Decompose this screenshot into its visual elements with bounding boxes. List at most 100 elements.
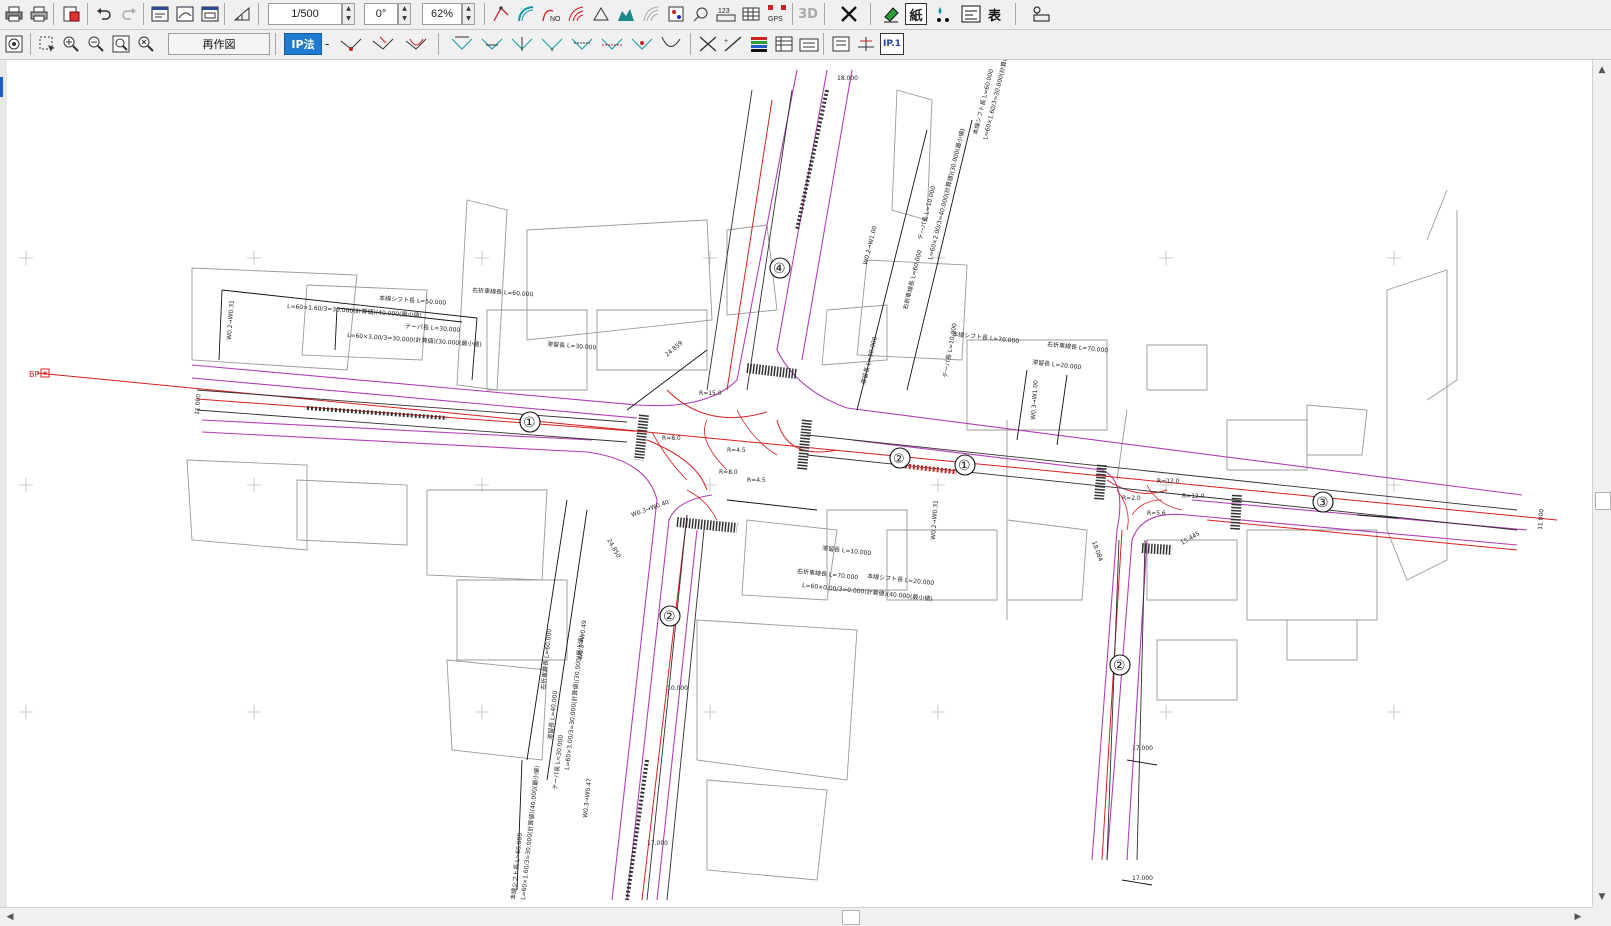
print-icon[interactable] <box>3 3 25 25</box>
ip-move-icon[interactable] <box>372 33 394 55</box>
node-tool-icon[interactable]: NO <box>540 3 562 25</box>
svg-text:W0.2→W0.31: W0.2→W0.31 <box>930 500 940 540</box>
scroll-left-icon[interactable]: ◀ <box>2 909 18 925</box>
plan-view-icon[interactable] <box>149 3 171 25</box>
drawing-texts: BP ① ② ③ ④ ① ② ② 右折車線長 L=60.000 本線シフト長 L… <box>29 60 1545 900</box>
profile-view-icon[interactable] <box>174 3 196 25</box>
intersection-1-icon[interactable] <box>451 33 473 55</box>
svg-text:18.084: 18.084 <box>1090 540 1104 562</box>
close-icon[interactable] <box>838 3 860 25</box>
svg-text:右折車線長 L=60.000: 右折車線長 L=60.000 <box>539 628 553 690</box>
svg-text:L=60×3.00/3=30.000(計算値)(30.000: L=60×3.00/3=30.000(計算値)(30.000(最小値) <box>347 331 482 348</box>
svg-text:GPS: GPS <box>768 16 783 23</box>
svg-text:R=5.6: R=5.6 <box>1147 510 1166 517</box>
point-tool-icon[interactable] <box>665 3 687 25</box>
svg-text:W0.3→W0.47: W0.3→W0.47 <box>582 778 593 818</box>
split-lines-icon[interactable]: + <box>722 33 744 55</box>
redo-icon[interactable] <box>118 3 140 25</box>
measure-icon[interactable] <box>231 3 253 25</box>
curve-tool-icon[interactable] <box>515 3 537 25</box>
grid-table-icon[interactable] <box>740 3 762 25</box>
angle-field[interactable]: 0° <box>364 3 398 25</box>
svg-text:テーパ長 L=10.000: テーパ長 L=10.000 <box>942 323 959 379</box>
axis-icon[interactable] <box>855 33 877 55</box>
export-icon[interactable] <box>60 3 82 25</box>
paper-button[interactable]: 紙 <box>905 3 927 25</box>
select-area-icon[interactable] <box>36 33 58 55</box>
layer-icon[interactable] <box>3 33 25 55</box>
svg-text:R=8.0: R=8.0 <box>662 435 681 442</box>
intersection-4-icon[interactable]: + <box>541 33 563 55</box>
3d-view-button[interactable]: 3D <box>797 3 819 25</box>
print-preview-icon[interactable] <box>28 3 50 25</box>
svg-text:NO: NO <box>550 16 561 23</box>
scroll-down-icon[interactable]: ▼ <box>1594 889 1610 905</box>
water-drop-icon[interactable] <box>932 3 954 25</box>
section-view-icon[interactable] <box>199 3 221 25</box>
svg-text:W0.2→W1.00: W0.2→W1.00 <box>862 225 878 265</box>
zoom-window-icon[interactable] <box>110 33 132 55</box>
ip-add-icon[interactable] <box>340 33 362 55</box>
color-bars-icon[interactable] <box>748 33 770 55</box>
contour-tool-icon[interactable] <box>640 3 662 25</box>
intersection-2-icon[interactable] <box>481 33 503 55</box>
zoom-spinner[interactable]: ▲ ▼ <box>462 3 475 25</box>
zoom-out-icon[interactable] <box>85 33 107 55</box>
report-icon[interactable] <box>798 33 820 55</box>
ip1-button[interactable]: IP.1 <box>880 33 904 55</box>
table-button[interactable]: 表 <box>988 3 1001 25</box>
layout-icon[interactable] <box>960 3 982 25</box>
svg-text:24.850: 24.850 <box>605 538 622 560</box>
svg-text:R=12.0: R=12.0 <box>1182 493 1205 500</box>
redraw-button[interactable]: 再作図 <box>168 33 270 55</box>
intersection-7-icon[interactable] <box>631 33 653 55</box>
settings-list-icon[interactable] <box>830 33 852 55</box>
offset-tool-icon[interactable] <box>565 3 587 25</box>
intersection-5-icon[interactable] <box>571 33 593 55</box>
line-tool-icon[interactable] <box>490 3 512 25</box>
hatched-medians <box>306 89 958 901</box>
cross-lines-icon[interactable] <box>697 33 719 55</box>
drawing-canvas[interactable]: BP ① ② ③ ④ ① ② ② 右折車線長 L=60.000 本線シフト長 L… <box>7 60 1592 907</box>
circle-tool-icon[interactable] <box>690 3 712 25</box>
scroll-up-icon[interactable]: ▲ <box>1594 62 1610 78</box>
vertical-scrollbar[interactable]: ▲ ▼ <box>1592 60 1611 907</box>
vertical-scroll-thumb[interactable] <box>1595 492 1611 510</box>
ip-delete-icon[interactable] <box>405 33 427 55</box>
svg-text:15.445: 15.445 <box>1180 530 1202 547</box>
curve-fit-icon[interactable] <box>660 33 682 55</box>
scale-select[interactable]: 1/500 <box>268 3 342 25</box>
bp-label: BP <box>29 370 39 379</box>
scroll-right-icon[interactable]: ▶ <box>1570 909 1586 925</box>
svg-text:右折車線長 L=70.000: 右折車線長 L=70.000 <box>1047 340 1109 354</box>
drawing-toolbar: 再作図 IP法 - + + IP.1 <box>0 30 1611 60</box>
angle-spinner[interactable]: ▲ ▼ <box>398 3 411 25</box>
svg-text:滞留長 L=20.000: 滞留長 L=20.000 <box>1032 358 1082 371</box>
scale-spinner[interactable]: ▲ ▼ <box>342 3 355 25</box>
svg-text:右折車線長 L=60.000: 右折車線長 L=60.000 <box>901 249 924 311</box>
road-boundaries <box>191 69 1528 901</box>
road-label-1: ① <box>523 415 536 431</box>
horizontal-scroll-thumb[interactable] <box>842 910 860 925</box>
ip-dash: - <box>325 37 330 51</box>
zoom-all-icon[interactable] <box>135 33 157 55</box>
horizontal-scrollbar[interactable]: ◀ ▶ <box>0 907 1592 926</box>
gps-icon[interactable]: GPS <box>766 3 788 25</box>
svg-text:11.000: 11.000 <box>1537 509 1545 531</box>
road-label-2a: ② <box>663 609 676 625</box>
terrain-tool-icon[interactable] <box>615 3 637 25</box>
eraser-icon[interactable] <box>880 3 902 25</box>
ip-method-button[interactable]: IP法 <box>284 33 322 55</box>
undo-icon[interactable] <box>93 3 115 25</box>
intersection-6-icon[interactable] <box>601 33 623 55</box>
list-table-icon[interactable] <box>773 33 795 55</box>
svg-text:123: 123 <box>718 8 730 15</box>
zoom-field[interactable]: 62% <box>422 3 462 25</box>
zoom-in-icon[interactable] <box>60 33 82 55</box>
svg-text:17.000: 17.000 <box>1132 745 1153 752</box>
numbering-tool-icon[interactable]: 123 <box>715 3 737 25</box>
intersection-3-icon[interactable] <box>511 33 533 55</box>
svg-text:R=2.0: R=2.0 <box>1122 495 1141 502</box>
survey-icon[interactable] <box>1030 3 1052 25</box>
triangle-tool-icon[interactable] <box>590 3 612 25</box>
